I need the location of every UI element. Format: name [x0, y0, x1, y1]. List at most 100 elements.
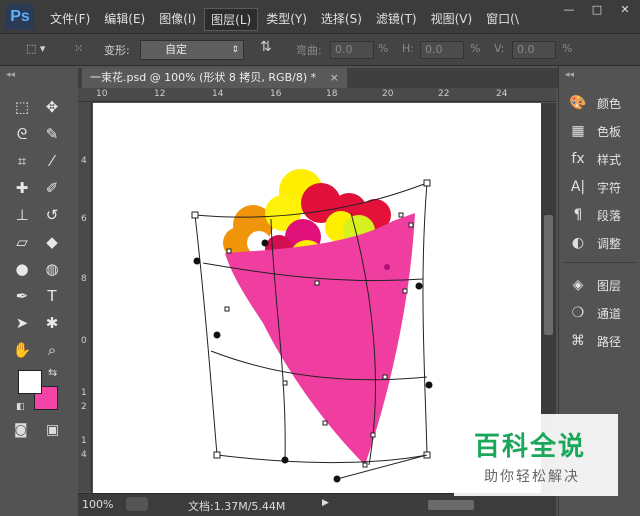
ruler-tick: 20	[382, 89, 394, 99]
panel-layers[interactable]: ◈ 图层	[567, 274, 637, 296]
menu-type[interactable]: 类型(Y)	[260, 8, 313, 31]
ruler-tick: 22	[438, 89, 450, 99]
warp-orientation-icon[interactable]: ⇅	[260, 39, 272, 55]
warp-mid-point	[362, 462, 368, 468]
status-preview-icon	[126, 497, 148, 511]
crop-tool-icon[interactable]: ⌗	[10, 150, 34, 172]
menu-view[interactable]: 视图(V)	[425, 8, 479, 31]
lasso-tool-icon[interactable]: ᘓ	[10, 123, 34, 145]
tools-panel: ◂◂ ⬚ ✥ ᘓ ✎ ⌗ ⁄ ✚ ✐ ⊥ ↺ ▱ ◆ ● ◍ ✒ T ➤ ✱ ✋…	[0, 66, 76, 516]
brush-tool-icon[interactable]: ✐	[40, 177, 64, 199]
vertical-scroll-thumb[interactable]	[544, 215, 553, 335]
warp-mid-point	[282, 380, 288, 386]
collapse-icon[interactable]: ◂◂	[6, 70, 15, 80]
ruler-tick: 12	[154, 89, 166, 99]
pen-tool-icon[interactable]: ✒	[10, 285, 34, 307]
shape-tool-icon[interactable]: ✱	[40, 312, 64, 334]
eyedropper-tool-icon[interactable]: ⁄	[40, 150, 64, 172]
ruler-tick: 4	[81, 450, 87, 460]
ruler-tick: 10	[96, 89, 108, 99]
watermark-subtitle: 助你轻松解决	[484, 469, 580, 485]
photoshop-logo: Ps	[6, 4, 34, 30]
bend-unit: %	[378, 42, 389, 55]
v-input[interactable]: 0.0	[512, 41, 556, 59]
ruler-tick: 16	[270, 89, 282, 99]
panel-paths[interactable]: ⌘ 路径	[567, 330, 637, 352]
dodge-tool-icon[interactable]: ◍	[40, 258, 64, 280]
eraser-tool-icon[interactable]: ▱	[10, 231, 34, 253]
v-label: V:	[494, 42, 505, 55]
history-brush-tool-icon[interactable]: ↺	[40, 204, 64, 226]
bezier-handle	[415, 282, 423, 290]
menu-layer[interactable]: 图层(L)	[204, 8, 259, 31]
swap-colors-icon[interactable]: ⇆	[48, 366, 57, 379]
window-controls: — □ ✕	[558, 2, 636, 18]
panel-character[interactable]: A| 字符	[567, 176, 637, 198]
expand-panels-icon[interactable]: ◂◂	[565, 70, 574, 80]
vertical-ruler: 4 6 8 0 1 2 1 4	[78, 102, 92, 492]
warp-mid-point	[402, 288, 408, 294]
hand-tool-icon[interactable]: ✋	[10, 339, 34, 361]
type-tool-icon[interactable]: T	[40, 285, 64, 307]
zoom-level[interactable]: 100%	[82, 498, 113, 511]
menu-filter[interactable]: 滤镜(T)	[370, 8, 423, 31]
ruler-tick: 1	[81, 388, 87, 398]
wrap-point	[384, 264, 390, 270]
menu-select[interactable]: 选择(S)	[315, 8, 368, 31]
panel-label: 色板	[597, 124, 622, 139]
document-tabs: 一束花.psd @ 100% (形状 8 拷贝, RGB/8) * ×	[78, 68, 558, 88]
ruler-tick: 6	[81, 214, 87, 224]
menu-bar: Ps 文件(F) 编辑(E) 图像(I) 图层(L) 类型(Y) 选择(S) 滤…	[0, 0, 640, 34]
path-select-tool-icon[interactable]: ➤	[10, 312, 34, 334]
bezier-handle	[261, 239, 269, 247]
menu-file[interactable]: 文件(F)	[44, 8, 96, 31]
panel-divider	[563, 262, 637, 263]
panel-channels[interactable]: ❍ 通道	[567, 302, 637, 324]
horizontal-scroll-thumb[interactable]	[428, 500, 474, 510]
warp-edge-bottom	[216, 454, 428, 464]
minimize-button[interactable]: —	[558, 2, 580, 18]
h-input[interactable]: 0.0	[420, 41, 464, 59]
document-tab[interactable]: 一束花.psd @ 100% (形状 8 拷贝, RGB/8) * ×	[82, 68, 347, 88]
status-menu-arrow-icon[interactable]: ▶	[322, 498, 329, 508]
panel-color[interactable]: 🎨 颜色	[567, 92, 637, 114]
tab-close-icon[interactable]: ×	[330, 71, 339, 84]
panel-label: 调整	[597, 236, 622, 251]
warp-tool-icon[interactable]: ⬚ ▾	[26, 42, 45, 55]
panel-label: 样式	[597, 152, 622, 167]
marquee-tool-icon[interactable]: ⬚	[10, 96, 34, 118]
panel-styles[interactable]: fx 样式	[567, 148, 637, 170]
zoom-tool-icon[interactable]: ⌕	[40, 339, 64, 361]
default-colors-icon[interactable]: ◧	[16, 402, 25, 412]
clone-stamp-tool-icon[interactable]: ⊥	[10, 204, 34, 226]
panel-adjustments[interactable]: ◐ 调整	[567, 232, 637, 254]
quick-select-tool-icon[interactable]: ✎	[40, 123, 64, 145]
maximize-button[interactable]: □	[586, 2, 608, 18]
document-size: 文档:1.37M/5.44M	[188, 500, 286, 513]
panel-label: 字符	[597, 180, 622, 195]
document-tab-title: 一束花.psd @ 100% (形状 8 拷贝, RGB/8) *	[90, 71, 317, 84]
blur-tool-icon[interactable]: ●	[10, 258, 34, 280]
character-icon: A|	[570, 179, 586, 195]
warp-mid-point	[226, 248, 232, 254]
bezier-handle-line	[336, 454, 428, 480]
bend-input[interactable]: 0.0	[330, 41, 374, 59]
menu-edit[interactable]: 编辑(E)	[98, 8, 151, 31]
healing-brush-tool-icon[interactable]: ✚	[10, 177, 34, 199]
reference-point-icon[interactable]: ⁙	[74, 42, 83, 55]
close-button[interactable]: ✕	[614, 2, 636, 18]
foreground-color-swatch[interactable]	[18, 370, 42, 394]
panel-paragraph[interactable]: ¶ 段落	[567, 204, 637, 226]
screen-mode-icon[interactable]: ▣	[46, 422, 59, 438]
quick-mask-icon[interactable]: ◙	[14, 422, 28, 438]
menu-image[interactable]: 图像(I)	[153, 8, 202, 31]
status-bar: 100% 文档:1.37M/5.44M ▶	[78, 493, 556, 516]
transform-label: 变形:	[104, 44, 130, 57]
h-unit: %	[470, 42, 481, 55]
move-tool-icon[interactable]: ✥	[40, 96, 64, 118]
warp-style-select[interactable]: 自定 ⇕	[140, 40, 244, 60]
paint-bucket-tool-icon[interactable]: ◆	[40, 231, 64, 253]
menu-window[interactable]: 窗口(\	[480, 8, 525, 31]
watermark: 百科全说 助你轻松解决	[454, 414, 618, 496]
panel-swatches[interactable]: ▦ 色板	[567, 120, 637, 142]
